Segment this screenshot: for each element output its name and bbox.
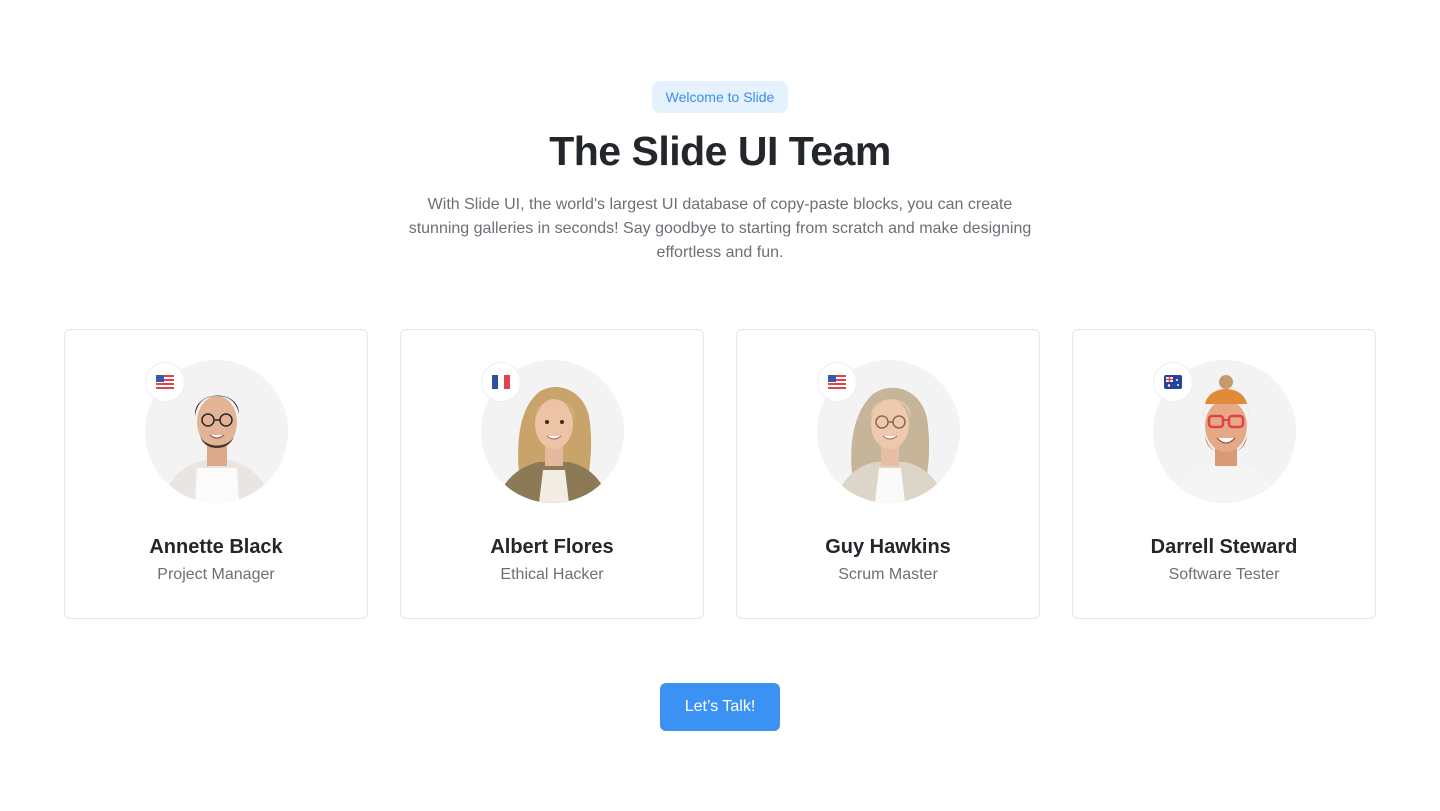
member-role: Ethical Hacker xyxy=(500,566,604,583)
team-card: Annette Black Project Manager xyxy=(64,329,368,619)
us-flag-icon xyxy=(145,362,185,402)
team-grid: Annette Black Project Manager Albert Flo… xyxy=(64,329,1376,619)
page-title: The Slide UI Team xyxy=(549,128,891,174)
team-card: Darrell Steward Software Tester xyxy=(1072,329,1376,619)
team-section: Welcome to Slide The Slide UI Team With … xyxy=(0,0,1440,811)
lets-talk-button[interactable]: Let’s Talk! xyxy=(660,683,780,731)
member-role: Scrum Master xyxy=(838,566,938,583)
member-name: Annette Black xyxy=(149,536,283,558)
member-role: Software Tester xyxy=(1168,566,1280,583)
australia-flag-icon xyxy=(1153,362,1193,402)
page-subtitle: With Slide UI, the world's largest UI da… xyxy=(408,196,1032,261)
us-flag-icon xyxy=(817,362,857,402)
member-name: Darrell Steward xyxy=(1150,536,1298,558)
member-name: Albert Flores xyxy=(490,536,614,558)
team-card: Guy Hawkins Scrum Master xyxy=(736,329,1040,619)
member-name: Guy Hawkins xyxy=(825,536,951,558)
member-role: Project Manager xyxy=(157,566,275,583)
france-flag-icon xyxy=(481,362,521,402)
team-card: Albert Flores Ethical Hacker xyxy=(400,329,704,619)
welcome-badge: Welcome to Slide xyxy=(652,81,788,113)
